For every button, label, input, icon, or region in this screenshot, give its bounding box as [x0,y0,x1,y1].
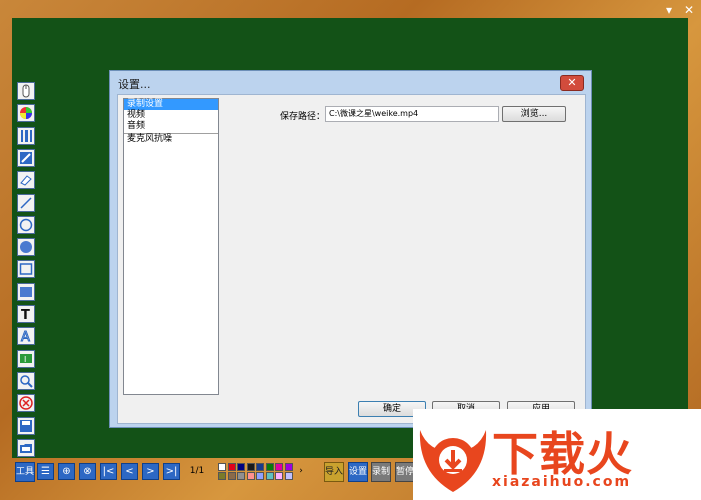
delete-page-icon[interactable]: ⊗ [79,463,96,480]
tools-button[interactable]: 工具 [15,462,35,482]
rect-filled-tool-button[interactable] [17,282,35,301]
window-close-button[interactable]: ✕ [681,2,697,18]
rect-filled-icon [20,286,32,297]
add-page-icon[interactable]: ⊕ [58,463,75,480]
color-swatch[interactable] [256,463,264,471]
eraser-tool-button[interactable] [17,171,35,190]
browse-button[interactable]: 浏览... [502,106,566,122]
highlighter-tool-button[interactable] [17,148,35,167]
last-page-icon[interactable]: >| [163,463,180,480]
color-swatch[interactable] [265,472,274,480]
settings-button[interactable]: 设置 [348,462,368,482]
import-button[interactable]: 导入 [324,462,344,482]
svg-text:A: A [21,330,30,343]
color-swatch[interactable] [227,463,236,471]
prev-page-icon[interactable]: < [121,463,138,480]
circle-outline-icon [19,218,33,232]
color-swatch[interactable] [284,463,293,471]
list-icon[interactable]: ☰ [37,463,54,480]
pause-button[interactable]: 暂停 [395,462,415,482]
clear-icon [19,396,33,410]
color-swatch[interactable] [218,463,226,471]
circle-filled-tool-button[interactable] [17,238,35,257]
save-tool-button[interactable] [17,416,35,435]
watermark-logo-icon [419,430,487,492]
rect-outline-tool-button[interactable] [17,260,35,279]
zoom-tool-button[interactable] [17,371,35,390]
color-swatch[interactable] [218,472,226,480]
color-wheel-icon [20,107,32,120]
category-item-mic-noise[interactable]: 麦克风抗噪 [124,134,218,145]
color-swatch[interactable] [275,472,283,480]
watermark-domain: xiazaihuo.com [492,474,632,490]
page-indicator: 1/1 [189,466,205,476]
palette-more-icon[interactable]: › [297,462,305,482]
dialog-close-button[interactable]: ✕ [560,75,584,91]
category-item-video[interactable]: 视频 [124,110,218,121]
text-tool-button[interactable]: T [17,305,35,323]
open-folder-tool-button[interactable] [17,438,35,457]
zoom-icon [20,375,33,388]
eraser-icon [20,175,32,186]
color-swatch[interactable] [246,472,255,480]
dialog-title: 设置... [118,78,151,91]
line-tool-button[interactable] [17,193,35,212]
text-outline-icon: A [21,330,31,344]
first-page-icon[interactable]: |< [100,463,117,480]
dialog-body: 录制设置 视频 音频 麦克风抗噪 保存路径： C:\微课之星\weike.mp4… [117,94,586,424]
settings-category-list[interactable]: 录制设置 视频 音频 麦克风抗噪 [123,98,219,395]
line-icon [20,196,32,209]
category-item-audio[interactable]: 音频 [124,121,218,132]
record-button[interactable]: 录制 [371,462,391,482]
open-folder-icon [20,443,32,453]
insert-text-tool-button[interactable]: I [17,349,35,368]
color-swatch[interactable] [275,463,283,471]
color-swatch[interactable] [265,463,274,471]
insert-text-icon: I [20,353,32,364]
color-swatch[interactable] [237,472,245,480]
clear-tool-button[interactable] [17,394,35,413]
category-item-recording[interactable]: 录制设置 [124,99,218,110]
save-path-input[interactable]: C:\微课之星\weike.mp4 [325,106,499,122]
color-swatch[interactable] [246,463,255,471]
text-outline-tool-button[interactable]: A [17,327,35,346]
color-swatch[interactable] [284,472,293,480]
line-width-tool-button[interactable] [17,126,35,145]
text-icon: T [21,308,30,321]
highlighter-icon [20,151,32,164]
save-path-label: 保存路径： [280,112,326,122]
settings-dialog: 设置... ✕ 录制设置 视频 音频 麦克风抗噪 保存路径： C:\微课之星\w… [109,70,592,428]
mouse-tool-button[interactable] [17,82,35,100]
svg-text:T: T [21,308,30,321]
rect-outline-icon [19,263,33,276]
mouse-icon [22,84,30,98]
circle-outline-tool-button[interactable] [17,215,35,234]
circle-filled-icon [20,241,32,254]
color-swatch[interactable] [237,463,245,471]
color-wheel-tool-button[interactable] [17,104,35,123]
line-width-icon [21,129,32,142]
color-swatch[interactable] [256,472,264,480]
minimize-button[interactable]: ▾ [661,2,677,18]
color-swatch[interactable] [227,472,236,480]
save-icon [20,419,32,432]
next-page-icon[interactable]: > [142,463,159,480]
svg-text:I: I [24,355,26,364]
